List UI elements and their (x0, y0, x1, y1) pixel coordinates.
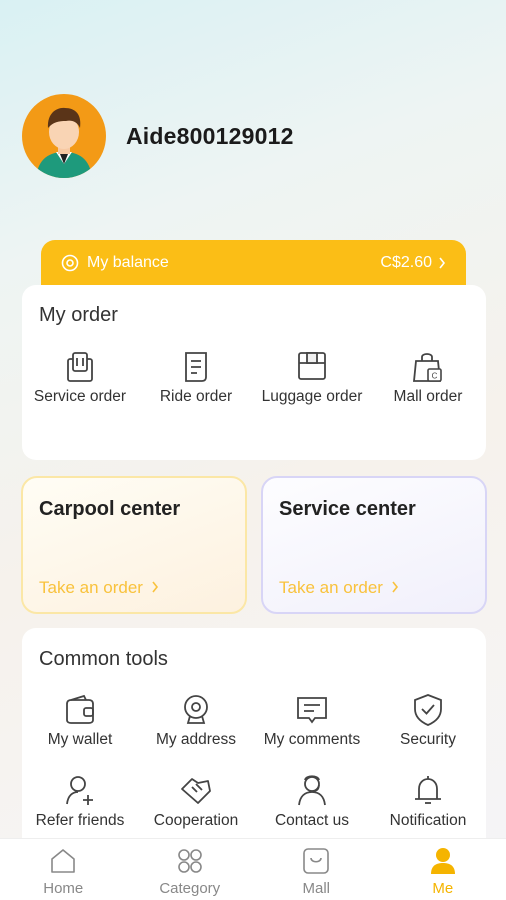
luggage-order-icon (298, 352, 326, 380)
service-center-card[interactable]: Service center Take an order (261, 476, 487, 614)
chevron-right-icon (392, 581, 398, 593)
my-address-label: My address (155, 731, 237, 748)
cooperation-label: Cooperation (153, 812, 239, 829)
comments-icon (297, 697, 327, 724)
carpool-center-card[interactable]: Carpool center Take an order (21, 476, 247, 614)
balance-label: My balance (87, 254, 169, 271)
service-order-button[interactable]: Service order (22, 349, 138, 406)
service-order-label: Service order (33, 388, 127, 405)
me-icon (430, 848, 455, 874)
ride-order-label: Ride order (159, 388, 233, 405)
address-icon (184, 695, 208, 724)
shield-icon (414, 694, 442, 726)
my-order-title: My order (39, 304, 118, 326)
contact-us-label: Contact us (274, 812, 350, 829)
category-icon (177, 849, 202, 873)
tab-mall-label: Mall (302, 880, 330, 897)
ride-order-button[interactable]: Ride order (138, 349, 254, 406)
my-comments-label: My comments (263, 731, 361, 748)
handshake-icon (181, 778, 211, 804)
luggage-order-button[interactable]: Luggage order (254, 349, 370, 406)
tab-home[interactable]: Home (0, 839, 127, 900)
user-avatar-icon (36, 107, 92, 178)
bottom-tab-bar: Home Category Mall Me (0, 838, 506, 900)
chevron-right-icon (152, 581, 158, 593)
add-user-icon (66, 776, 93, 805)
mall-order-icon: C (413, 353, 442, 382)
contact-icon (298, 775, 326, 806)
tab-category-label: Category (159, 880, 221, 897)
refer-friends-label: Refer friends (35, 812, 125, 829)
notification-label: Notification (389, 812, 467, 829)
profile-header[interactable]: Aide800129012 (22, 94, 294, 178)
service-take-order-label: Take an order (279, 578, 383, 597)
carpool-take-order-link[interactable]: Take an order (39, 578, 159, 598)
luggage-order-label: Luggage order (261, 388, 363, 405)
balance-icon (61, 254, 79, 272)
ride-order-icon (185, 352, 207, 382)
my-wallet-label: My wallet (47, 731, 113, 748)
contact-us-button[interactable]: Contact us (254, 773, 370, 830)
my-comments-button[interactable]: My comments (254, 692, 370, 749)
mall-order-label: Mall order (393, 388, 463, 405)
service-center-title: Service center (279, 498, 416, 520)
notification-button[interactable]: Notification (370, 773, 486, 830)
my-order-card: My order Service order Ride order Luggag (22, 285, 486, 460)
carpool-take-order-label: Take an order (39, 578, 143, 597)
balance-value: C$2.60 (380, 254, 432, 271)
carpool-center-title: Carpool center (39, 498, 181, 520)
tab-mall[interactable]: Mall (253, 839, 380, 900)
cooperation-button[interactable]: Cooperation (138, 773, 254, 830)
common-tools-card: Common tools My wallet My address My com (22, 628, 486, 858)
username: Aide800129012 (126, 122, 294, 149)
svg-text:C: C (432, 372, 438, 381)
tab-category[interactable]: Category (127, 839, 254, 900)
mall-order-button[interactable]: C Mall order (370, 349, 486, 406)
avatar[interactable] (22, 94, 106, 178)
wallet-icon (66, 694, 94, 724)
tab-me-label: Me (432, 880, 454, 897)
my-address-button[interactable]: My address (138, 692, 254, 749)
refer-friends-button[interactable]: Refer friends (22, 773, 138, 830)
my-wallet-button[interactable]: My wallet (22, 692, 138, 749)
home-icon (51, 849, 76, 873)
chevron-right-icon (439, 257, 446, 269)
tab-home-label: Home (43, 880, 84, 897)
common-tools-title: Common tools (39, 648, 168, 670)
tab-me[interactable]: Me (380, 839, 506, 900)
service-order-icon (67, 352, 93, 382)
security-button[interactable]: Security (370, 692, 486, 749)
security-label: Security (400, 731, 456, 748)
balance-bar[interactable]: My balance C$2.60 (41, 240, 466, 290)
bell-icon (415, 776, 441, 804)
service-take-order-link[interactable]: Take an order (279, 578, 399, 598)
mall-icon (303, 848, 330, 874)
